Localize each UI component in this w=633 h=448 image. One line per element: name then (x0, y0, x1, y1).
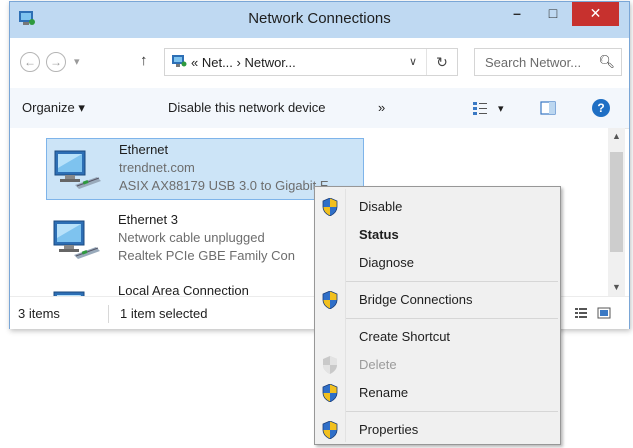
menu-item-status[interactable]: Status (315, 221, 560, 249)
menu-item-diagnose[interactable]: Diagnose (315, 249, 560, 277)
search-input[interactable]: Search Networ... 🔍︎ (474, 48, 622, 76)
help-icon[interactable]: ? (592, 99, 610, 117)
menu-item-rename[interactable]: Rename (315, 379, 560, 407)
connection-name: Ethernet 3 (118, 212, 178, 227)
uac-shield-icon (322, 356, 338, 374)
menu-separator (346, 318, 558, 319)
menu-item-disable[interactable]: Disable (315, 193, 560, 221)
title-bar: Network Connections – □ ✕ (10, 2, 629, 38)
menu-separator (346, 281, 558, 282)
breadcrumb[interactable]: « Net... › Networ... (191, 55, 296, 70)
organize-menu[interactable]: Organize ▾ (22, 100, 85, 116)
forward-button[interactable]: → (46, 52, 66, 72)
search-icon[interactable]: 🔍︎ (598, 54, 615, 70)
uac-shield-icon (322, 198, 338, 216)
menu-item-label: Bridge Connections (359, 292, 473, 307)
large-icons-view-icon[interactable] (597, 306, 611, 320)
close-button[interactable]: ✕ (572, 2, 619, 26)
uac-shield-icon (322, 291, 338, 309)
status-divider (108, 305, 109, 323)
scroll-up-button[interactable]: ▲ (608, 128, 625, 145)
menu-item-label: Status (359, 227, 399, 242)
menu-item-properties[interactable]: Properties (315, 416, 560, 444)
uac-shield-icon (322, 421, 338, 439)
menu-separator (346, 411, 558, 412)
scroll-down-button[interactable]: ▼ (608, 279, 625, 296)
command-bar: Organize ▾ Disable this network device »… (10, 88, 629, 129)
menu-item-create-shortcut[interactable]: Create Shortcut (315, 323, 560, 351)
refresh-button[interactable]: ↻ (426, 49, 457, 75)
details-view-icon[interactable] (574, 306, 588, 320)
preview-pane-icon[interactable] (539, 99, 557, 117)
connection-device: ASIX AX88179 USB 3.0 to Gigabit E (119, 178, 329, 193)
scroll-thumb[interactable] (610, 152, 623, 252)
search-placeholder: Search Networ... (485, 55, 582, 70)
connection-status: Network cable unplugged (118, 230, 265, 245)
connection-device: Realtek PCIe GBE Family Con (118, 248, 296, 263)
menu-item-bridge-connections[interactable]: Bridge Connections (315, 286, 560, 314)
connection-name: Local Area Connection (118, 283, 249, 296)
connection-status: trendnet.com (119, 160, 195, 175)
recent-locations-button[interactable]: ▾ (74, 55, 80, 68)
minimize-button[interactable]: – (500, 2, 534, 26)
selection-count: 1 item selected (120, 306, 208, 321)
menu-item-label: Disable (359, 199, 403, 214)
menu-item-label: Delete (359, 357, 397, 372)
context-menu: Disable Status Diagnose Bridge Connectio… (314, 186, 561, 445)
vertical-scrollbar[interactable]: ▲ ▼ (608, 128, 625, 296)
uac-shield-icon (322, 384, 338, 402)
more-commands-button[interactable]: » (378, 100, 385, 115)
network-adapter-icon (53, 149, 103, 193)
item-count: 3 items (18, 306, 60, 321)
menu-item-label: Create Shortcut (359, 329, 451, 344)
back-button[interactable]: ← (20, 52, 40, 72)
menu-item-label: Rename (359, 385, 409, 400)
menu-item-label: Properties (359, 422, 419, 437)
up-button[interactable]: ↑ (140, 52, 148, 69)
network-adapter-icon (52, 219, 102, 263)
disable-device-button[interactable]: Disable this network device (168, 100, 326, 115)
network-folder-icon (172, 55, 187, 67)
menu-item-delete: Delete (315, 351, 560, 379)
view-options-dropdown[interactable]: ▾ (498, 102, 504, 115)
menu-item-label: Diagnose (359, 255, 414, 270)
change-view-icon[interactable] (471, 99, 489, 117)
navigation-bar: ← → ▾ ↑ « Net... › Networ... ∨ ↻ Search … (10, 38, 629, 88)
maximize-button[interactable]: □ (536, 2, 570, 26)
address-dropdown-button[interactable]: ∨ (409, 55, 417, 68)
connection-name: Ethernet (119, 142, 169, 157)
address-field[interactable]: « Net... › Networ... ∨ ↻ (164, 48, 458, 76)
